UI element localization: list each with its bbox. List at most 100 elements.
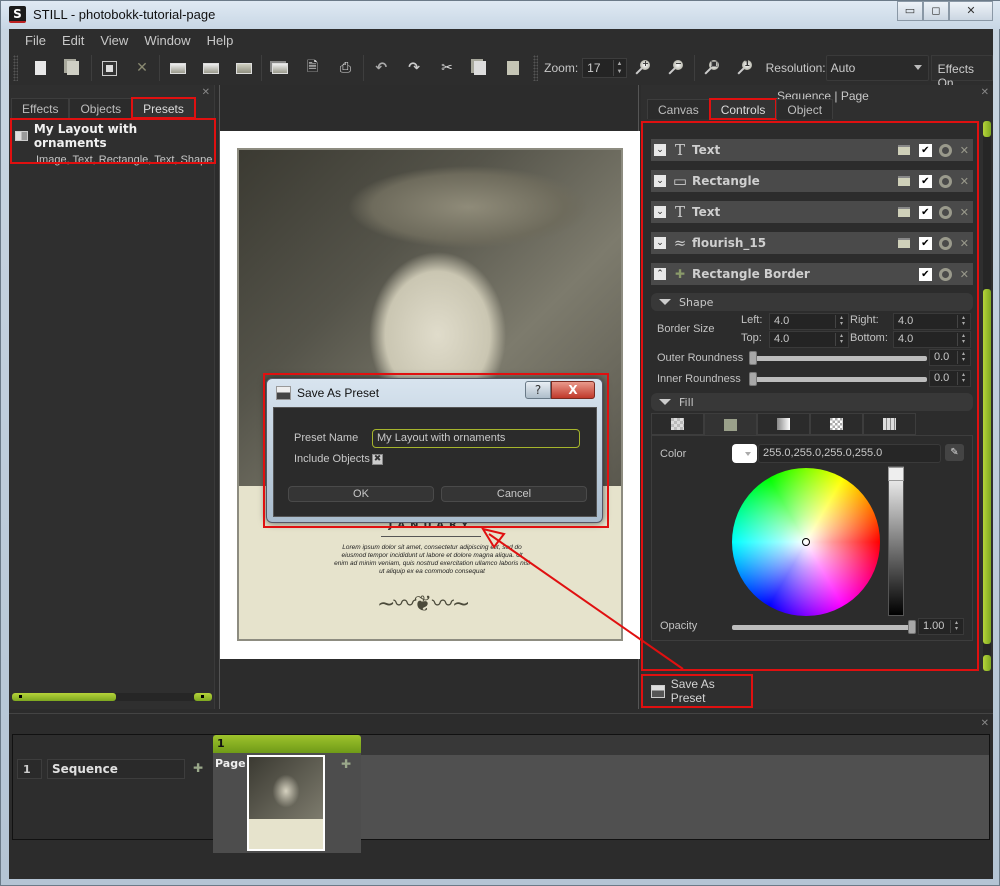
panel-close-icon[interactable]: ✕: [981, 87, 989, 98]
undo-button[interactable]: ↶: [365, 54, 398, 82]
remove-icon[interactable]: ✕: [960, 144, 969, 157]
fill-tab-gradient[interactable]: [757, 413, 810, 435]
spinner[interactable]: ▴ ▾: [835, 333, 847, 346]
reset-icon[interactable]: [938, 174, 952, 188]
sequence-effects-puzzle-icon[interactable]: ✚: [193, 761, 207, 775]
spinner[interactable]: ▴ ▾: [957, 372, 969, 385]
expand-toggle[interactable]: ⌄: [654, 175, 666, 187]
object-row[interactable]: ⌄ ▭ Rectangle ✔ ✕: [651, 170, 973, 192]
border-left-input[interactable]: 4.0 ▴ ▾: [769, 313, 849, 330]
fill-tab-pattern[interactable]: [863, 413, 916, 435]
scroll-right-button[interactable]: [194, 693, 212, 701]
visibility-checkbox[interactable]: ✔: [918, 143, 932, 157]
tab-canvas[interactable]: Canvas: [647, 99, 710, 119]
remove-icon[interactable]: ✕: [960, 175, 969, 188]
zoom-out-button[interactable]: −: [660, 54, 693, 82]
opacity-input[interactable]: 1.00 ▴ ▾: [918, 618, 964, 635]
page-thumbnail-cell[interactable]: Page ✚: [213, 753, 361, 853]
resolution-select[interactable]: Auto: [825, 55, 929, 81]
spinner[interactable]: ▴ ▾: [957, 315, 969, 328]
sequence-name-input[interactable]: Sequence: [47, 759, 185, 779]
inner-roundness-input[interactable]: 0.0 ▴ ▾: [929, 370, 971, 387]
batch-button[interactable]: [263, 54, 296, 82]
expand-toggle[interactable]: ⌄: [654, 206, 666, 218]
reset-icon[interactable]: [938, 236, 952, 250]
scrollbar-thumb[interactable]: [983, 289, 991, 644]
fill-tab-transparent[interactable]: [810, 413, 863, 435]
spinner[interactable]: ▴ ▾: [950, 620, 962, 633]
tab-object[interactable]: Object: [776, 99, 834, 119]
zoom-fit-button[interactable]: ▣: [696, 54, 729, 82]
outer-roundness-slider[interactable]: [749, 351, 927, 365]
expand-toggle[interactable]: ⌄: [654, 237, 666, 249]
remove-icon[interactable]: ✕: [960, 268, 969, 281]
visibility-checkbox[interactable]: ✔: [918, 205, 932, 219]
brightness-handle[interactable]: [888, 467, 904, 481]
tab-effects[interactable]: Effects: [11, 98, 70, 118]
close-document-button[interactable]: ✕: [126, 54, 159, 82]
unlock-icon[interactable]: [897, 176, 910, 186]
color-value-input[interactable]: 255.0,255.0,255.0,255.0: [758, 444, 941, 463]
zoom-in-button[interactable]: +: [627, 54, 660, 82]
color-swatch-dropdown[interactable]: [732, 444, 757, 463]
remove-icon[interactable]: ✕: [960, 206, 969, 219]
brightness-slider[interactable]: [888, 466, 904, 616]
tab-controls[interactable]: Controls: [708, 98, 778, 120]
spinner[interactable]: ▴ ▾: [835, 315, 847, 328]
flourish-ornament[interactable]: ~〰❦〰~: [377, 586, 470, 618]
spinner[interactable]: ▴ ▾: [957, 333, 969, 346]
reset-icon[interactable]: [938, 143, 952, 157]
spinner[interactable]: ▴ ▾: [957, 351, 969, 364]
slider-handle[interactable]: [749, 351, 757, 365]
open-folder-button[interactable]: [227, 54, 260, 82]
opacity-slider[interactable]: [732, 620, 916, 634]
left-panel-scrollbar[interactable]: [12, 693, 212, 701]
menu-help[interactable]: Help: [199, 29, 242, 51]
reset-icon[interactable]: [938, 267, 952, 281]
tab-objects[interactable]: Objects: [69, 98, 133, 118]
shape-section-header[interactable]: Shape: [651, 293, 973, 311]
cut-button[interactable]: ✂: [431, 54, 464, 82]
print-button[interactable]: ⎙: [329, 54, 362, 82]
unlock-icon[interactable]: [897, 145, 910, 155]
tab-presets[interactable]: Presets: [131, 97, 196, 119]
save-as-preset-button[interactable]: Save As Preset: [641, 674, 753, 708]
zoom-actual-button[interactable]: 1: [729, 54, 762, 82]
outer-roundness-input[interactable]: 0.0 ▴ ▾: [929, 349, 971, 366]
minimize-button[interactable]: ▭: [897, 1, 923, 21]
fill-section-header[interactable]: Fill: [651, 393, 973, 411]
border-right-input[interactable]: 4.0 ▴ ▾: [893, 313, 971, 330]
reset-icon[interactable]: [938, 205, 952, 219]
visibility-checkbox[interactable]: ✔: [918, 267, 932, 281]
remove-icon[interactable]: ✕: [960, 237, 969, 250]
zoom-spinner[interactable]: ▲ ▼: [613, 60, 625, 76]
unlock-icon[interactable]: [897, 207, 910, 217]
scrollbar-thumb[interactable]: [12, 693, 116, 701]
visibility-checkbox[interactable]: ✔: [918, 174, 932, 188]
toolbar-grip[interactable]: [533, 55, 539, 81]
page-thumbnail[interactable]: [247, 755, 325, 851]
toolbar-grip[interactable]: [13, 55, 18, 81]
slider-handle[interactable]: [908, 620, 916, 634]
copy-button[interactable]: [464, 54, 497, 82]
eyedropper-icon[interactable]: ✎: [945, 444, 964, 461]
object-row[interactable]: ⌄ T Text ✔ ✕: [651, 139, 973, 161]
controls-scrollbar[interactable]: [983, 121, 991, 671]
object-row[interactable]: ⌄ ≈ flourish_15 ✔ ✕: [651, 232, 973, 254]
border-bottom-input[interactable]: 4.0 ▴ ▾: [893, 331, 971, 348]
menu-view[interactable]: View: [92, 29, 136, 51]
export-pdf-button[interactable]: 🗎: [296, 54, 329, 82]
maximize-button[interactable]: ◻: [923, 1, 949, 21]
scroll-up-button[interactable]: [983, 121, 991, 137]
unlock-icon[interactable]: [897, 238, 910, 248]
object-row[interactable]: ⌄ T Text ✔ ✕: [651, 201, 973, 223]
effects-toggle-button[interactable]: Effects On: [930, 55, 993, 90]
new-document-button[interactable]: [24, 54, 57, 82]
save-button[interactable]: [93, 54, 126, 82]
border-top-input[interactable]: 4.0 ▴ ▾: [769, 331, 849, 348]
import-image-button[interactable]: [161, 54, 194, 82]
page-effects-puzzle-icon[interactable]: ✚: [341, 757, 355, 771]
export-image-button[interactable]: [194, 54, 227, 82]
panel-close-icon[interactable]: ✕: [202, 87, 210, 98]
fill-tab-none[interactable]: [651, 413, 704, 435]
